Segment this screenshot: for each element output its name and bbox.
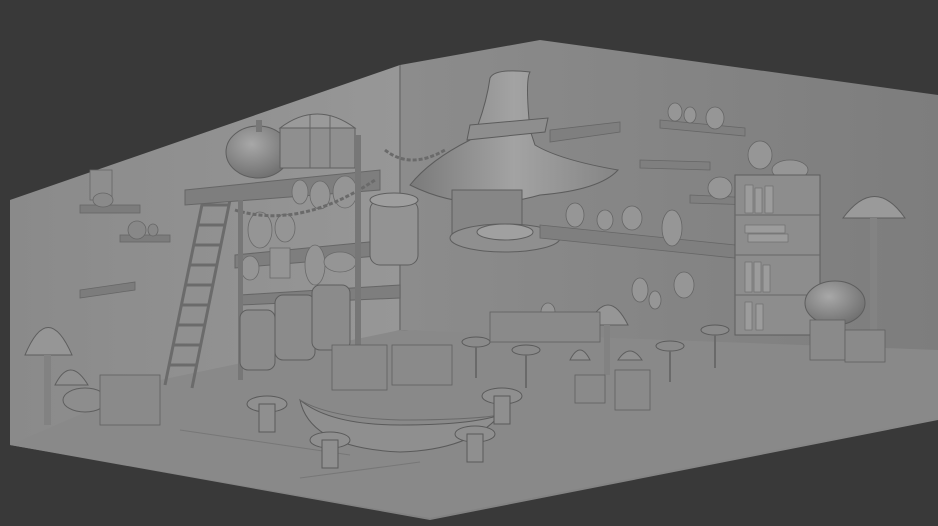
3d-viewport[interactable] [0,0,938,526]
scene-render [10,40,938,520]
pumpkin-right [804,280,866,326]
treasure-chest [278,113,357,169]
